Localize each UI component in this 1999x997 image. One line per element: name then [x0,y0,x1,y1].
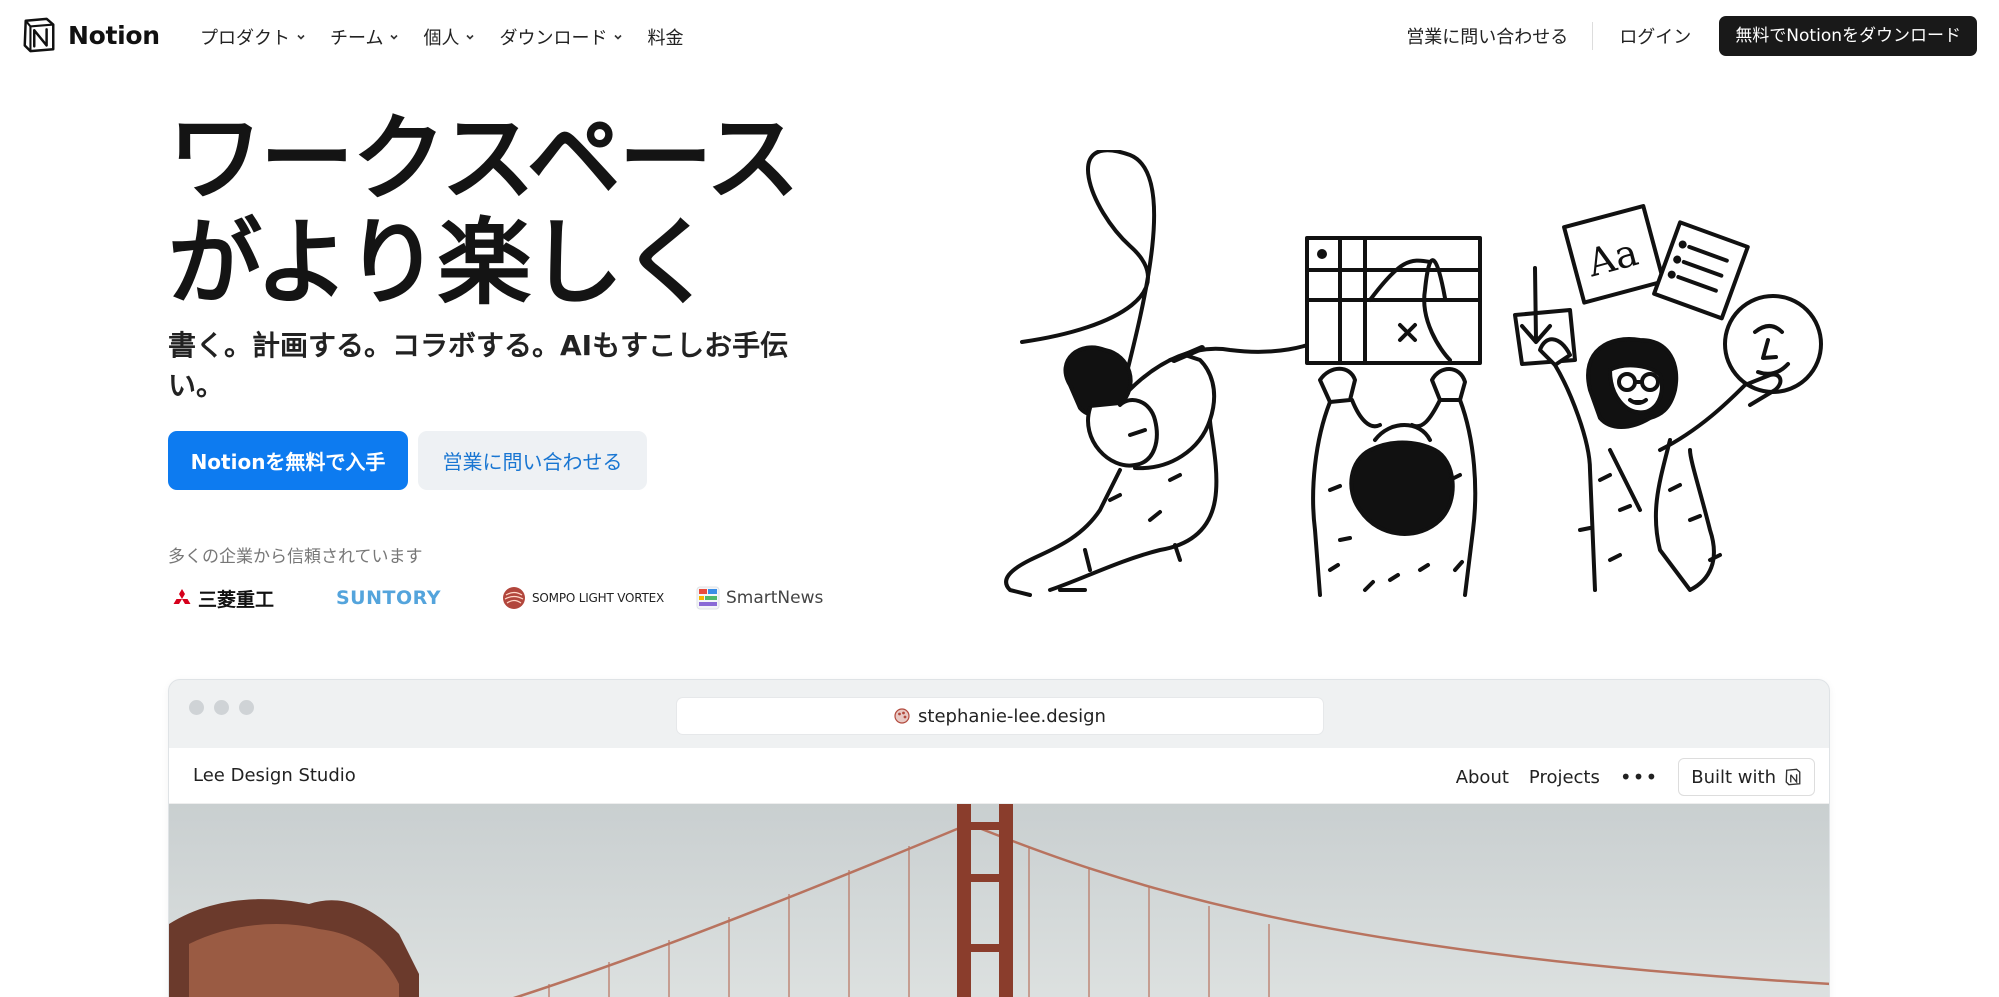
nav-item-label: プロダクト [200,28,290,49]
site-content: Lee Design Studio About Projects ••• Bui… [169,748,1829,997]
more-options-icon[interactable]: ••• [1620,765,1658,789]
nav-item-label: 料金 [647,28,684,49]
company-logo-smartnews: SmartNews [696,580,823,616]
palette-icon [894,708,910,724]
company-name: SOMPO LIGHT VORTEX [532,591,665,605]
site-nav: About Projects ••• Built with [1456,758,1815,796]
nav-divider [1592,22,1594,50]
window-dot [214,700,229,715]
site-nav-projects[interactable]: Projects [1529,767,1600,788]
site-nav-about[interactable]: About [1456,767,1509,788]
company-name: SmartNews [726,588,824,608]
contact-sales-button[interactable]: 営業に問い合わせる [418,431,647,490]
nav-item-product[interactable]: プロダクト [200,20,320,54]
window-dot [239,700,254,715]
site-header: Lee Design Studio About Projects ••• Bui… [169,748,1829,804]
hero-title-line2: がより楽しく [168,209,715,318]
nav-item-team[interactable]: チーム [330,20,413,54]
trust-text: 多くの企業から信頼されています [168,547,423,567]
company-logo-sompo: SOMPO LIGHT VORTEX [502,580,664,616]
main-nav: プロダクト チーム 個人 ダウンロード 料金 [200,20,707,54]
url-text: stephanie-lee.design [918,705,1106,727]
browser-mockup: stephanie-lee.design Lee Design Studio A… [168,679,1830,997]
mitsubishi-diamonds-icon [173,589,191,604]
company-name: SUNTORY [336,587,441,609]
window-dot [189,700,204,715]
site-title[interactable]: Lee Design Studio [193,765,356,786]
top-nav: Notion プロダクト チーム 個人 ダウンロード 料金 営業に問い合わせる … [0,0,1999,72]
brand-name: Notion [68,20,160,50]
golden-gate-bridge-image [169,804,1829,997]
hero-title-line1: ワークスペース [168,105,800,214]
nav-item-label: チーム [330,28,384,49]
download-cta-button[interactable]: 無料でNotionをダウンロード [1719,16,1977,56]
built-with-notion-badge[interactable]: Built with [1678,758,1815,796]
notion-small-icon [1785,768,1801,786]
login-link[interactable]: ログイン [1619,23,1691,49]
chevron-down-icon [390,34,399,40]
company-logo-suntory: SUNTORY [336,580,441,616]
company-logo-mitsubishi: 三菱重工 [172,580,274,616]
nav-item-pricing[interactable]: 料金 [647,20,697,54]
url-bar[interactable]: stephanie-lee.design [677,698,1323,734]
company-name: 三菱重工 [198,588,275,611]
chevron-down-icon [297,34,305,40]
notion-logo-icon [23,17,55,53]
nav-item-label: 個人 [423,28,460,49]
chevron-down-icon [466,34,475,40]
nav-item-download[interactable]: ダウンロード [499,20,637,54]
get-notion-free-button[interactable]: Notionを無料で入手 [168,431,408,490]
chevron-down-icon [614,34,623,40]
window-controls [189,700,254,715]
contact-sales-link[interactable]: 営業に問い合わせる [1406,23,1592,49]
company-logos: 三菱重工 SUNTORY SOMPO LIGHT VORTEX SmartNew… [172,580,823,616]
nav-actions: 営業に問い合わせる ログイン 無料でNotionをダウンロード [1406,16,1977,56]
nav-item-personal[interactable]: 個人 [423,20,489,54]
smartnews-icon [696,586,720,610]
hero-subtitle: 書く。計画する。コラボする。AIもすこしお手伝い。 [168,329,789,402]
hero-illustration: Aa [1004,150,1823,597]
built-with-label: Built with [1691,766,1776,788]
sompo-globe-icon [503,587,525,609]
notion-logo[interactable]: Notion [20,16,160,54]
hero-title: ワークスペース がより楽しく [168,108,848,316]
nav-item-label: ダウンロード [499,28,608,49]
